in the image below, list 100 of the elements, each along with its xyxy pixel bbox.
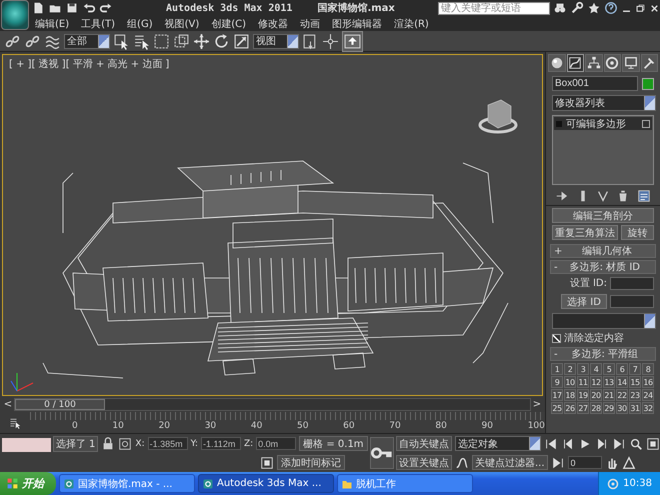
menu-item[interactable]: 修改器: [258, 16, 288, 30]
rotate-icon[interactable]: [213, 32, 230, 50]
smoothing-group-button[interactable]: 14: [616, 376, 628, 388]
coordinate-field[interactable]: -1.385m: [148, 437, 188, 450]
select-id-field[interactable]: [610, 295, 654, 308]
hammer-tab-icon[interactable]: [642, 56, 656, 70]
create-tab-icon[interactable]: [550, 56, 564, 70]
key-filters-button[interactable]: 关键点过滤器...: [472, 455, 548, 470]
script-listener-field[interactable]: [2, 438, 51, 452]
view-cube-icon[interactable]: [478, 100, 518, 134]
zoom-extents-icon[interactable]: [646, 436, 660, 450]
smoothing-groups-rollout[interactable]: - 多边形: 平滑组: [550, 347, 656, 361]
modifier-stack[interactable]: 可编辑多边形: [552, 115, 654, 185]
start-button[interactable]: 开始: [0, 472, 56, 495]
display-tab-icon[interactable]: [624, 56, 638, 70]
manipulate-icon[interactable]: [322, 32, 339, 50]
smoothing-group-button[interactable]: 5: [603, 363, 615, 375]
frame-field[interactable]: 0: [568, 456, 602, 469]
smoothing-group-button[interactable]: 6: [616, 363, 628, 375]
smoothing-group-button[interactable]: 2: [564, 363, 576, 375]
smoothing-group-button[interactable]: 32: [642, 402, 654, 414]
hierarchy-tab-icon[interactable]: [586, 56, 601, 70]
next-key-icon[interactable]: [595, 436, 609, 450]
smoothing-group-button[interactable]: 11: [577, 376, 589, 388]
menu-item[interactable]: 组(G): [127, 16, 153, 30]
smoothing-group-button[interactable]: 4: [590, 363, 602, 375]
smoothing-group-button[interactable]: 12: [590, 376, 602, 388]
menu-item[interactable]: 编辑(E): [35, 16, 70, 30]
select-object-icon[interactable]: [113, 32, 130, 50]
rectangle-selection-icon[interactable]: [153, 32, 170, 50]
smoothing-group-button[interactable]: 24: [642, 389, 654, 401]
edit-geometry-rollout[interactable]: + 编辑几何体: [550, 244, 656, 258]
taskbar-button[interactable]: 国家博物馆.max - ...: [59, 474, 195, 493]
undo-icon[interactable]: [82, 1, 96, 15]
binoculars-icon[interactable]: [553, 1, 567, 15]
smoothing-group-button[interactable]: 8: [642, 363, 654, 375]
smoothing-group-button[interactable]: 27: [577, 402, 589, 414]
taskbar-button[interactable]: 脱机工作: [337, 474, 473, 493]
zoom-icon[interactable]: [629, 436, 643, 450]
smoothing-group-button[interactable]: 16: [642, 376, 654, 388]
move-icon[interactable]: [193, 32, 210, 50]
smoothing-group-button[interactable]: 22: [616, 389, 628, 401]
edit-triangulation-button[interactable]: 编辑三角剖分: [552, 208, 654, 223]
turn-button[interactable]: 旋转: [621, 225, 654, 240]
smoothing-group-button[interactable]: 15: [629, 376, 641, 388]
smoothing-group-button[interactable]: 29: [603, 402, 615, 414]
smoothing-group-button[interactable]: 19: [577, 389, 589, 401]
menu-item[interactable]: 动画: [300, 16, 320, 30]
set-id-field[interactable]: [610, 276, 654, 290]
window-crossing-icon[interactable]: [173, 32, 190, 50]
smoothing-group-button[interactable]: 21: [603, 389, 615, 401]
selection-filter-dropdown[interactable]: 全部: [64, 34, 110, 48]
configure-icon[interactable]: [636, 189, 651, 203]
previous-key-icon[interactable]: [561, 436, 575, 450]
auto-key-button[interactable]: 自动关键点: [396, 436, 452, 451]
viewport[interactable]: [ + ][ 透视 ][ 平滑 + 高光 + 边面 ]: [2, 54, 543, 396]
smoothing-group-button[interactable]: 20: [590, 389, 602, 401]
help-icon[interactable]: [604, 1, 618, 15]
smoothing-group-button[interactable]: 3: [577, 363, 589, 375]
redo-icon[interactable]: [99, 1, 113, 15]
next-frame-button[interactable]: >: [531, 398, 543, 410]
menu-item[interactable]: 工具(T): [81, 16, 116, 30]
smoothing-group-button[interactable]: 31: [629, 402, 641, 414]
add-time-tag-button[interactable]: 添加时间标记: [276, 455, 345, 470]
key-mode-dropdown[interactable]: 选定对象: [455, 436, 541, 451]
smoothing-group-button[interactable]: 9: [551, 376, 563, 388]
select-by-name-icon[interactable]: [133, 32, 150, 50]
clear-selection-checkbox[interactable]: [552, 334, 561, 342]
curve-icon[interactable]: [455, 456, 469, 470]
object-name-field[interactable]: Box001: [552, 76, 638, 91]
lock-icon[interactable]: [101, 436, 116, 450]
set-key-button[interactable]: 设置关键点: [396, 455, 452, 470]
select-id-button[interactable]: 选择 ID: [561, 294, 607, 309]
smoothing-group-button[interactable]: 1: [551, 363, 563, 375]
go-to-end-icon[interactable]: [612, 436, 626, 450]
save-icon[interactable]: [65, 1, 79, 15]
menu-item[interactable]: 图形编辑器: [332, 16, 382, 30]
smoothing-group-button[interactable]: 17: [551, 389, 563, 401]
curve-tab-icon[interactable]: [568, 56, 582, 70]
retriangulate-button[interactable]: 重复三角算法: [552, 225, 618, 240]
wrench-icon[interactable]: [570, 1, 584, 15]
scale-icon[interactable]: [233, 32, 250, 50]
material-name-dropdown[interactable]: [552, 313, 656, 329]
close-icon[interactable]: [649, 2, 660, 14]
taskbar-button[interactable]: Autodesk 3ds Max ...: [198, 474, 334, 493]
smoothing-group-button[interactable]: 18: [564, 389, 576, 401]
smoothing-group-button[interactable]: 10: [564, 376, 576, 388]
smoothing-group-button[interactable]: 30: [616, 402, 628, 414]
viewport-label[interactable]: [ + ][ 透视 ][ 平滑 + 高光 + 边面 ]: [3, 55, 176, 73]
screen-icon[interactable]: [344, 32, 361, 50]
object-color-swatch[interactable]: [642, 78, 654, 90]
previous-frame-button[interactable]: <: [2, 398, 14, 410]
menu-item[interactable]: 渲染(R): [394, 16, 429, 30]
material-id-rollout[interactable]: - 多边形: 材质 ID: [550, 260, 656, 274]
smoothing-group-button[interactable]: 25: [551, 402, 563, 414]
star-icon[interactable]: [587, 1, 601, 15]
smoothing-group-button[interactable]: 23: [629, 389, 641, 401]
menu-item[interactable]: 视图(V): [164, 16, 200, 30]
stack-item[interactable]: 可编辑多边形: [554, 117, 652, 130]
smoothing-group-button[interactable]: 26: [564, 402, 576, 414]
